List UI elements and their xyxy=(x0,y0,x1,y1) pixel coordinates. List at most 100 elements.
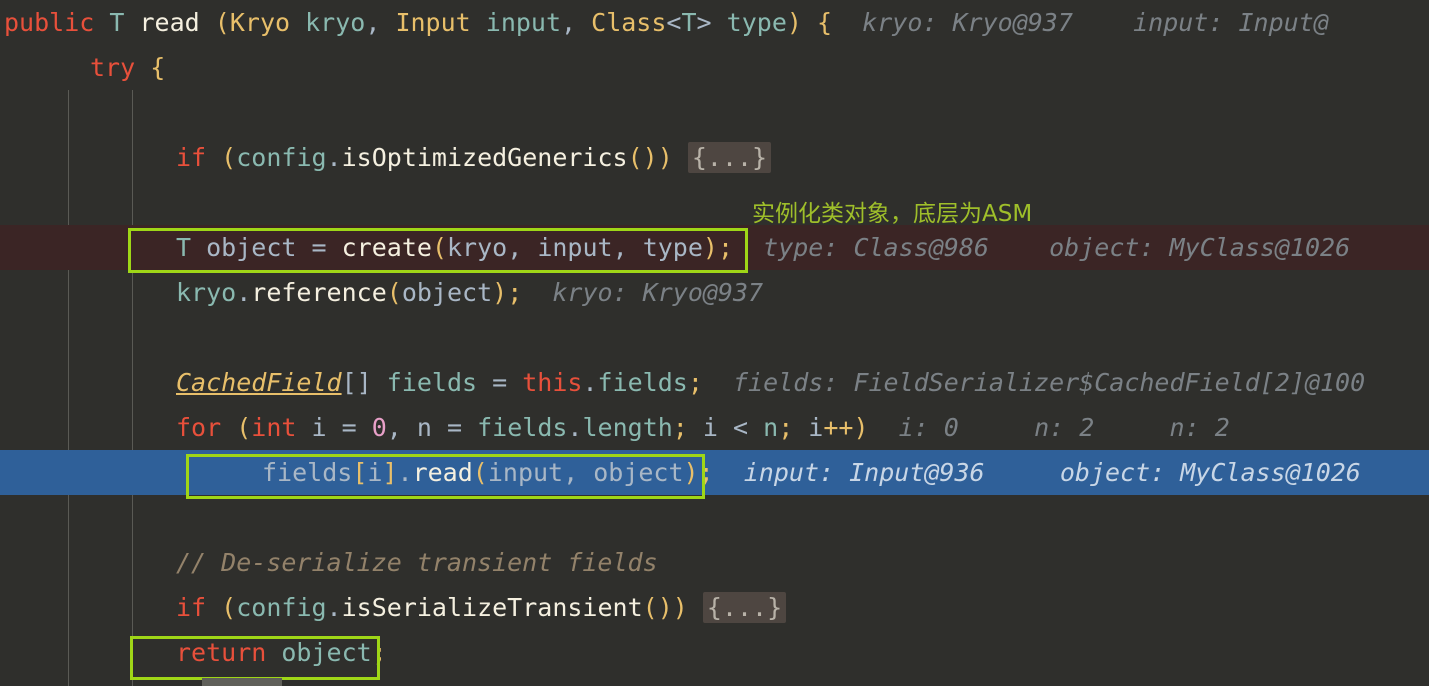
token: ; xyxy=(371,638,387,667)
line-blank-4[interactable] xyxy=(0,495,1429,540)
token: // De-serialize transient fields xyxy=(176,548,658,577)
token: ( xyxy=(221,143,237,172)
token: ( xyxy=(627,143,643,172)
inline-debug-hint: input: Input@936 object: MyClass@1026 xyxy=(713,458,1361,487)
token: this xyxy=(522,368,583,397)
token: , xyxy=(563,458,594,487)
token: fields xyxy=(386,368,478,397)
token: input xyxy=(487,458,564,487)
token: T xyxy=(681,8,697,37)
token: read xyxy=(412,458,473,487)
code-line-text: for (int i = 0, n = fields.length; i < n… xyxy=(0,405,1230,450)
token: ++ xyxy=(823,413,854,442)
line-signature[interactable]: public T read (Kryo kryo, Input input, C… xyxy=(0,0,1429,45)
line-blank-2[interactable] xyxy=(0,180,1429,225)
token: > xyxy=(696,8,712,37)
line-comment-transient[interactable]: // De-serialize transient fields xyxy=(0,540,1429,585)
token: [] xyxy=(341,368,387,397)
token: ; xyxy=(698,458,714,487)
token: = xyxy=(311,233,327,262)
line-reference[interactable]: kryo.reference(object); kryo: Kryo@937 xyxy=(0,270,1429,315)
horizontal-scrollbar-thumb[interactable] xyxy=(202,678,282,686)
token: = xyxy=(492,368,508,397)
token: object xyxy=(401,278,493,307)
token: ( xyxy=(214,8,230,37)
line-for[interactable]: for (int i = 0, n = fields.length; i < n… xyxy=(0,405,1429,450)
token: , xyxy=(507,233,538,262)
token: ( xyxy=(221,593,237,622)
token: try xyxy=(90,53,136,82)
inline-debug-hint: kryo: Kryo@937 xyxy=(522,278,764,307)
code-line-text: fields[i].read(input, object); input: In… xyxy=(0,450,1361,495)
token: {...} xyxy=(687,142,772,173)
token: { xyxy=(150,53,166,82)
token: {...} xyxy=(702,592,787,623)
token: n xyxy=(416,413,432,442)
token: ( xyxy=(642,593,658,622)
token: ; xyxy=(507,278,523,307)
token: kryo xyxy=(176,278,237,307)
token: object xyxy=(281,638,372,667)
code-line-text: public T read (Kryo kryo, Input input, C… xyxy=(0,0,1329,45)
code-line-text: return object; xyxy=(0,630,387,675)
token: ) xyxy=(657,593,673,622)
token: T xyxy=(109,8,125,37)
line-if-optimized[interactable]: if (config.isOptimizedGenerics()) {...} xyxy=(0,135,1429,180)
token: ; xyxy=(717,233,734,262)
token: ) xyxy=(672,593,688,622)
token: ) xyxy=(786,8,802,37)
token: fields xyxy=(597,368,688,397)
line-create[interactable]: T object = create(kryo, input, type); ty… xyxy=(0,225,1429,270)
line-blank-3[interactable] xyxy=(0,315,1429,360)
token: type xyxy=(642,233,703,262)
token: . xyxy=(236,278,252,307)
inline-debug-hint: fields: FieldSerializer$CachedField[2]@1… xyxy=(702,368,1366,397)
code-line-text: kryo.reference(object); kryo: Kryo@937 xyxy=(0,270,763,315)
annotation-note-create: 实例化类对象，底层为ASM xyxy=(752,201,1033,227)
line-if-transient[interactable]: if (config.isSerializeTransient()) {...} xyxy=(0,585,1429,630)
code-line-text: if (config.isOptimizedGenerics()) {...} xyxy=(0,135,772,180)
line-try[interactable]: try { xyxy=(0,45,1429,90)
token: n xyxy=(763,413,779,442)
token: < xyxy=(717,413,764,442)
token: < xyxy=(666,8,682,37)
token: Kryo xyxy=(229,8,291,37)
token: kryo xyxy=(447,233,508,262)
token: ; xyxy=(672,413,703,442)
token: . xyxy=(582,368,598,397)
code-line-text: if (config.isSerializeTransient()) {...} xyxy=(0,585,787,630)
line-field-read[interactable]: fields[i].read(input, object); input: In… xyxy=(0,450,1429,495)
token: ) xyxy=(642,143,658,172)
token: [ xyxy=(352,458,368,487)
code-line-text: // De-serialize transient fields xyxy=(0,540,658,585)
token: int xyxy=(251,413,297,442)
line-return[interactable]: return object; xyxy=(0,630,1429,675)
token: ) xyxy=(492,278,508,307)
code-editor-pane[interactable]: public T read (Kryo kryo, Input input, C… xyxy=(0,0,1429,686)
token: config xyxy=(236,593,327,622)
token: length xyxy=(582,413,673,442)
token: for xyxy=(176,413,222,442)
line-fields-decl[interactable]: CachedField[] fields = this.fields; fiel… xyxy=(0,360,1429,405)
token: , xyxy=(612,233,643,262)
line-blank-1[interactable] xyxy=(0,90,1429,135)
token: = xyxy=(326,413,372,442)
